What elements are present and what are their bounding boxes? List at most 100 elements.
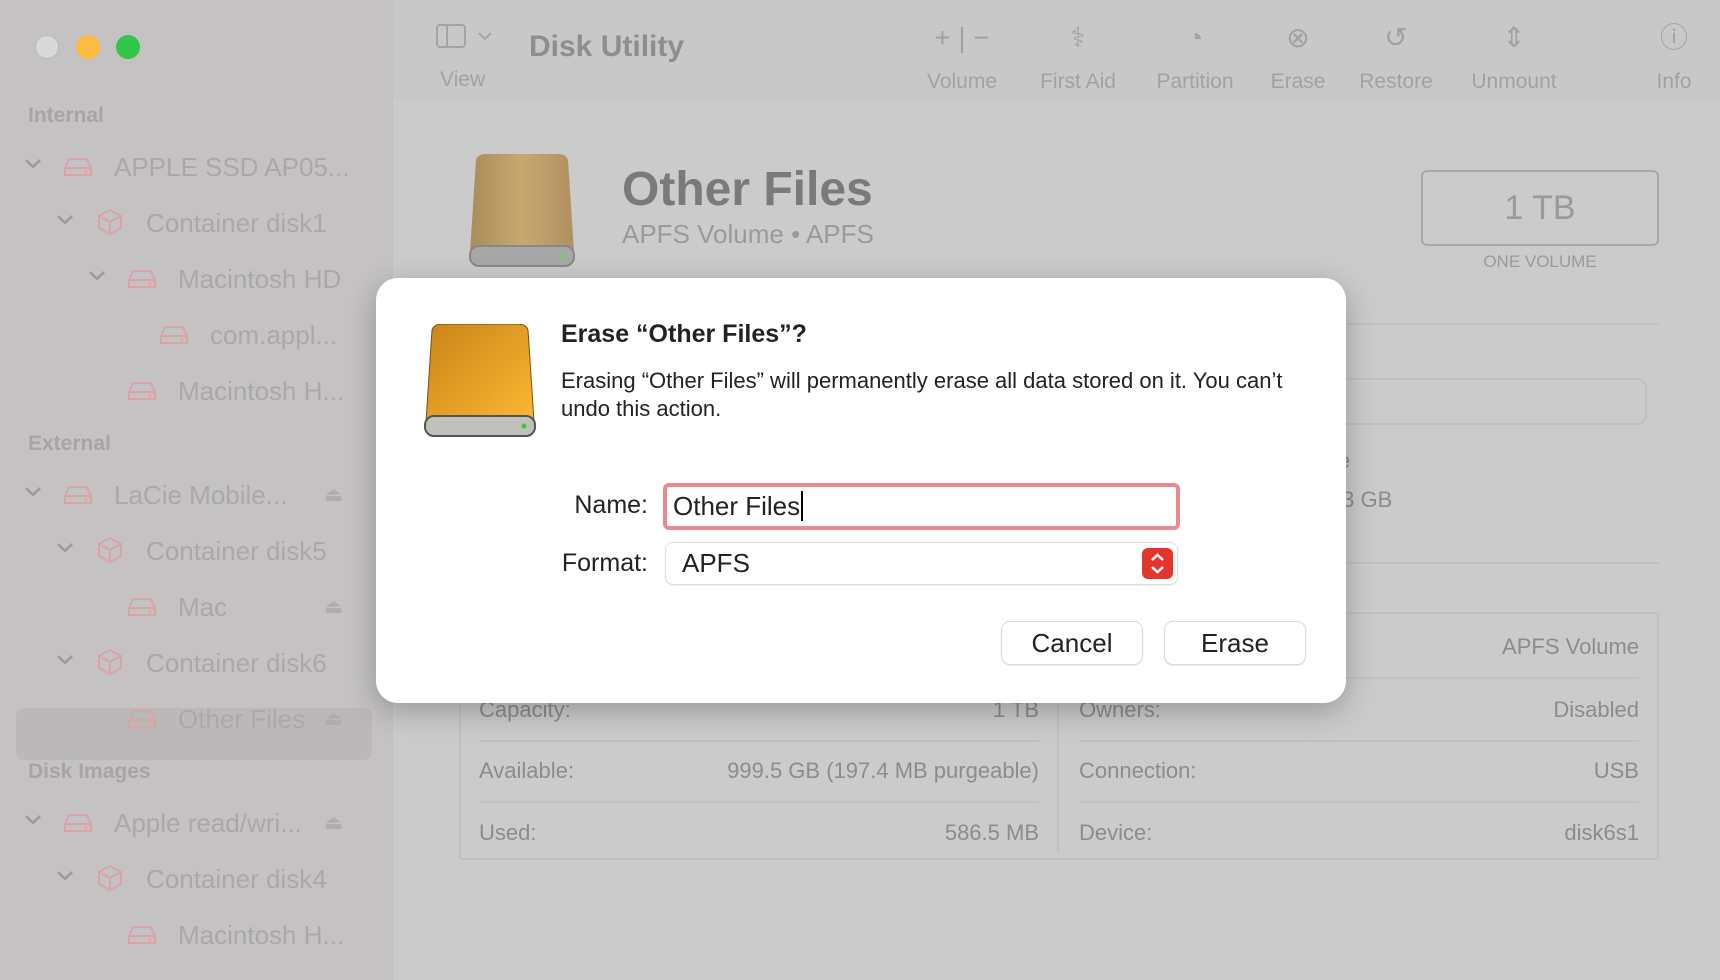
minimize-button[interactable] xyxy=(76,35,100,59)
info-value: disk6s1 xyxy=(1564,820,1639,845)
sidebar-item-label: APPLE SSD AP05... xyxy=(114,152,350,182)
sidebar-item[interactable]: Container disk1 xyxy=(0,196,393,252)
disk-icon xyxy=(64,156,92,178)
sidebar-item[interactable]: Macintosh H... xyxy=(0,908,393,964)
toolbar-label: Unmount xyxy=(1471,70,1557,93)
text-cursor xyxy=(801,491,804,521)
chevron-down-icon[interactable] xyxy=(88,266,106,290)
info-value: Disabled xyxy=(1553,697,1639,722)
erase-dialog: Erase “Other Files”? Erasing “Other File… xyxy=(376,278,1346,703)
info-value: APFS Volume xyxy=(1502,634,1639,659)
chevron-down-icon[interactable] xyxy=(24,154,42,178)
row-divider xyxy=(479,801,1039,803)
sidebar-item[interactable]: Container disk5 xyxy=(0,524,393,580)
disk-icon xyxy=(64,812,92,834)
toolbar-erase-button[interactable]: ⊗ Erase xyxy=(1271,0,1326,94)
sidebar-item[interactable]: Macintosh HD xyxy=(0,252,393,308)
disk-icon xyxy=(64,484,92,506)
view-label: View xyxy=(440,68,486,91)
info-row: Device: disk6s1 xyxy=(1079,820,1639,850)
sidebar-item-label: Container disk4 xyxy=(146,864,327,894)
disk-icon xyxy=(128,708,156,730)
sidebar-toggle-icon xyxy=(436,24,492,48)
sidebar-item[interactable]: APPLE SSD AP05... xyxy=(0,140,393,196)
sidebar-item-label: LaCie Mobile... xyxy=(114,480,288,510)
view-button[interactable] xyxy=(435,22,495,52)
disk-icon xyxy=(128,268,156,290)
sidebar-item-label: Container disk6 xyxy=(146,648,327,678)
sidebar-item-label: Macintosh HD xyxy=(178,264,342,294)
sidebar-item[interactable]: com.appl... xyxy=(0,308,393,364)
zoom-button[interactable] xyxy=(116,35,140,59)
toolbar-info-button[interactable]: ⓘ Info xyxy=(1656,0,1691,94)
sidebar-item-label: Container disk5 xyxy=(146,536,327,566)
eject-icon[interactable]: ⏏ xyxy=(324,594,343,619)
volume-size-box: 1 TB xyxy=(1421,170,1659,246)
sidebar-item[interactable]: Other Files ⏏ xyxy=(0,692,393,748)
erase-disk-icon: ⊗ xyxy=(1286,22,1310,53)
close-button[interactable] xyxy=(35,35,59,59)
row-divider xyxy=(1079,740,1639,742)
info-label: Used: xyxy=(479,820,537,845)
sidebar-item[interactable]: Macintosh H... xyxy=(0,364,393,420)
cancel-button[interactable]: Cancel xyxy=(1002,622,1142,664)
sidebar-item[interactable]: LaCie Mobile... ⏏ xyxy=(0,468,393,524)
info-value: 999.5 GB (197.4 MB purgeable) xyxy=(727,758,1039,783)
format-popup[interactable]: APFS xyxy=(666,543,1177,584)
format-value: APFS xyxy=(682,548,750,578)
eject-icon[interactable]: ⏏ xyxy=(324,482,343,507)
toolbar-unmount-button[interactable]: ⇕ Unmount xyxy=(1471,0,1556,94)
toolbar-label: Restore xyxy=(1359,70,1433,93)
dialog-message: Erasing “Other Files” will permanently e… xyxy=(561,368,1283,421)
disk-icon xyxy=(128,924,156,946)
toolbar-volume-button[interactable]: + | − Volume xyxy=(927,0,997,94)
toolbar-partition-button[interactable]: ◔ Partition xyxy=(1156,0,1233,94)
info-row: Connection: USB xyxy=(1079,758,1639,788)
info-icon: ⓘ xyxy=(1659,22,1688,53)
disk-icon xyxy=(160,324,188,346)
volume-disk-icon xyxy=(466,154,578,269)
info-row: Used: 586.5 MB xyxy=(479,820,1039,850)
sidebar-item[interactable]: Mac ⏏ xyxy=(0,580,393,636)
sidebar-item-label: com.appl... xyxy=(210,320,338,350)
sidebar-item[interactable]: Apple read/wri... ⏏ xyxy=(0,796,393,852)
toolbar-label: Volume xyxy=(926,70,998,93)
format-label: Format: xyxy=(561,549,648,577)
eject-icon[interactable]: ⏏ xyxy=(324,810,343,835)
size-caption: ONE VOLUME xyxy=(1483,252,1597,271)
toolbar-restore-button[interactable]: ↺ Restore xyxy=(1359,0,1433,94)
info-row: Available: 999.5 GB (197.4 MB purgeable) xyxy=(479,758,1039,788)
sidebar-item-label: Container disk1 xyxy=(146,208,327,238)
disk-icon xyxy=(128,596,156,618)
pie-chart-icon: ◔ xyxy=(1186,22,1204,53)
sidebar-item-label: Other Files xyxy=(178,704,306,734)
chevron-down-icon[interactable] xyxy=(24,482,42,506)
chevron-down-icon[interactable] xyxy=(56,538,74,562)
eject-icon[interactable]: ⏏ xyxy=(324,706,343,731)
info-label: Available: xyxy=(479,758,574,783)
name-label: Name: xyxy=(574,491,648,519)
toolbar-first-aid-button[interactable]: ⚕ First Aid xyxy=(1040,0,1116,94)
toolbar-label: Erase xyxy=(1270,70,1326,93)
container-icon xyxy=(96,536,124,564)
sidebar-item[interactable]: Container disk4 xyxy=(0,852,393,908)
chevron-down-icon[interactable] xyxy=(56,210,74,234)
container-icon xyxy=(96,208,124,236)
chevron-down-icon[interactable] xyxy=(24,810,42,834)
sidebar-item-label: Macintosh H... xyxy=(178,920,345,950)
sidebar-item-label: Apple read/wri... xyxy=(114,808,302,838)
dialog-title: Erase “Other Files”? xyxy=(561,320,807,348)
toolbar-label: Info xyxy=(1656,70,1692,93)
sidebar-section-header: External xyxy=(28,432,111,455)
erase-button[interactable]: Erase xyxy=(1165,622,1305,664)
sidebar-item-label: Mac xyxy=(178,592,228,622)
chevron-down-icon[interactable] xyxy=(56,866,74,890)
popup-stepper-icon xyxy=(1142,548,1173,579)
external-drive-icon xyxy=(422,323,538,439)
sidebar: Internal APPLE SSD AP05... Container disk1… xyxy=(0,0,393,980)
name-field[interactable]: Other Files xyxy=(663,483,1180,530)
disk-icon xyxy=(128,380,156,402)
chevron-down-icon[interactable] xyxy=(56,650,74,674)
sidebar-item[interactable]: Container disk6 xyxy=(0,636,393,692)
volume-subtitle: APFS Volume • APFS xyxy=(622,219,874,249)
